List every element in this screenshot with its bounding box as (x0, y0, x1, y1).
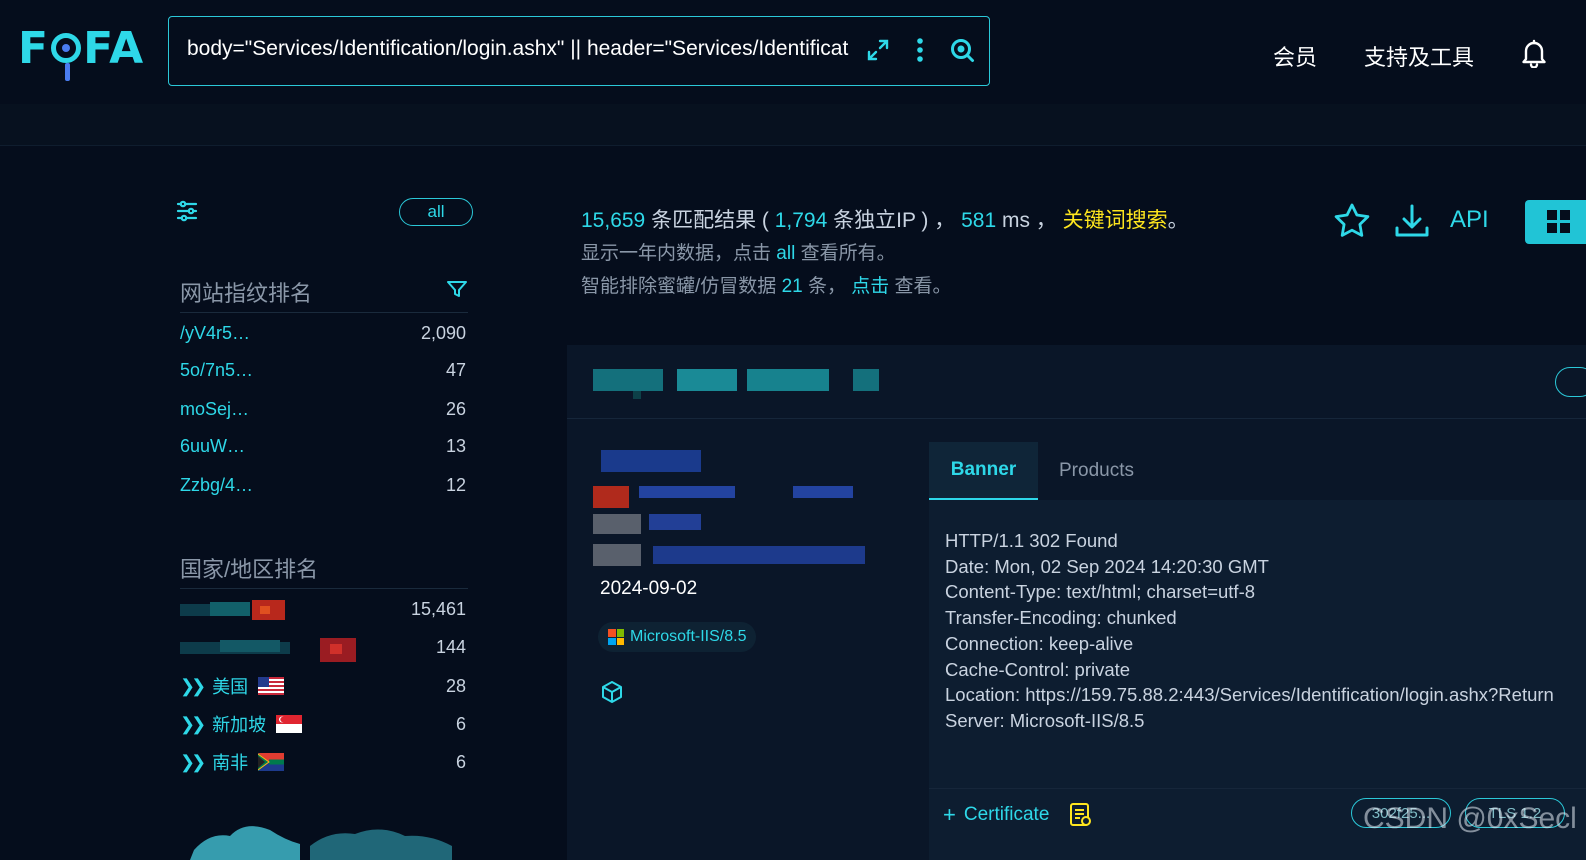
cube-icon[interactable] (600, 680, 624, 709)
result-card-header (567, 345, 1586, 419)
sub-header-bar (0, 104, 1586, 146)
divider (180, 588, 468, 589)
result-date: 2024-09-02 (600, 578, 698, 599)
world-map-image (190, 826, 452, 860)
summary-text: 。 (1167, 209, 1189, 232)
fingerprint-row[interactable]: moSej… 26 (180, 396, 466, 422)
country-count: 15,461 (410, 598, 466, 619)
summary-text: 条匹配结果 ( (645, 209, 775, 232)
grid-icon (1547, 210, 1570, 233)
search-icon[interactable] (949, 37, 975, 63)
detail-tabs: Banner Products (929, 442, 1586, 500)
redacted-ip-info (593, 448, 893, 570)
country-ranking-title: 国家/地区排名 (180, 557, 319, 582)
fingerprint-label[interactable]: 6uuW… (180, 436, 245, 457)
note-text: 查看。 (889, 276, 952, 297)
country-row[interactable]: ❯❯ 美国 28 (180, 673, 466, 699)
funnel-icon[interactable] (447, 280, 467, 303)
divider (180, 312, 468, 313)
fingerprint-label[interactable]: /yV4r5… (180, 323, 250, 344)
filter-settings-icon[interactable] (176, 200, 198, 227)
nav-support-tools[interactable]: 支持及工具 (1364, 40, 1474, 72)
csdn-watermark: CSDN @0xSecl (1363, 802, 1577, 835)
certificate-toggle[interactable]: + Certificate (943, 802, 1093, 828)
nav-membership[interactable]: 会员 (1273, 40, 1317, 72)
country-label[interactable]: 南非 (212, 749, 248, 775)
download-icon[interactable] (1393, 202, 1431, 245)
fofa-logo[interactable]: F FA (18, 22, 144, 81)
fingerprint-count: 26 (445, 398, 466, 419)
top-navbar: F FA body="Services/Identification/login.… (0, 0, 1586, 104)
tab-products[interactable]: Products (1059, 442, 1134, 500)
fingerprint-row[interactable]: 6uuW… 13 (180, 433, 466, 459)
redacted-host[interactable] (593, 367, 879, 399)
chevron-double-right-icon: ❯❯ (180, 675, 206, 696)
country-row[interactable]: 15,461 (180, 596, 466, 622)
expand-icon[interactable] (865, 37, 891, 63)
grid-view-button[interactable] (1525, 200, 1586, 244)
singapore-flag-icon (276, 715, 303, 733)
south-africa-flag-icon (258, 753, 285, 771)
fingerprint-row[interactable]: Zzbg/4… 12 (180, 472, 466, 498)
certificate-label: Certificate (963, 804, 1050, 825)
note-text: 条， (802, 276, 852, 297)
certificate-icon[interactable] (1069, 802, 1093, 828)
bell-icon[interactable] (1520, 38, 1548, 73)
result-summary: 15,659 条匹配结果 ( 1,794 条独立IP ) ， 581 ms ， … (581, 204, 1189, 234)
one-year-note: 显示一年内数据，点击 all 查看所有。 (581, 238, 896, 265)
country-row[interactable]: 144 (180, 634, 466, 660)
fingerprint-count: 13 (445, 435, 466, 456)
fingerprint-row[interactable]: 5o/7n5… 47 (180, 357, 466, 383)
server-tag[interactable]: Microsoft-IIS/8.5 (598, 622, 757, 652)
search-box[interactable]: body="Services/Identification/login.ashx… (168, 16, 990, 86)
banner-content: HTTP/1.1 302 Found Date: Mon, 02 Sep 202… (945, 530, 1554, 731)
fingerprint-count: 2,090 (420, 322, 466, 343)
view-honeypot-link[interactable]: 点击 (851, 276, 889, 297)
star-icon[interactable] (1333, 202, 1371, 245)
country-count: 6 (455, 751, 466, 772)
fingerprint-label[interactable]: 5o/7n5… (180, 360, 253, 381)
fingerprint-label[interactable]: moSej… (180, 399, 249, 420)
unique-ip-count: 1,794 (774, 209, 828, 232)
honeypot-note: 智能排除蜜罐/仿冒数据 21 条， 点击 查看。 (581, 271, 952, 298)
fingerprint-count: 47 (445, 359, 466, 380)
total-results: 15,659 (581, 209, 646, 232)
country-row[interactable]: ❯❯ 新加坡 6 (180, 711, 466, 737)
divider (929, 788, 1586, 789)
chevron-double-right-icon: ❯❯ (180, 751, 206, 772)
microsoft-logo-icon (608, 629, 624, 645)
note-text: 智能排除蜜罐/仿冒数据 (581, 276, 782, 297)
fingerprint-row[interactable]: /yV4r5… 2,090 (180, 320, 466, 346)
summary-text: ms ， (996, 209, 1063, 232)
us-flag-icon (258, 677, 285, 695)
honeypot-count: 21 (781, 276, 803, 297)
fingerprint-label[interactable]: Zzbg/4… (180, 475, 253, 496)
note-text: 查看所有。 (795, 243, 896, 264)
plus-icon: + (943, 802, 956, 827)
host-action-pill[interactable] (1555, 367, 1586, 397)
query-time: 581 (961, 209, 997, 232)
show-all-link[interactable]: all (776, 243, 795, 264)
country-count: 144 (435, 636, 466, 657)
country-count: 6 (455, 713, 466, 734)
country-count: 28 (445, 675, 466, 696)
summary-text: 条独立IP ) ， (827, 209, 962, 232)
api-button[interactable]: API (1450, 206, 1489, 234)
search-input[interactable]: body="Services/Identification/login.ashx… (187, 37, 877, 67)
note-text: 显示一年内数据，点击 (581, 243, 777, 264)
logo-magnifier-icon (51, 33, 82, 81)
country-label[interactable]: 新加坡 (212, 711, 266, 737)
banner-panel: Banner Products HTTP/1.1 302 Found Date:… (929, 442, 1586, 860)
country-row[interactable]: ❯❯ 南非 6 (180, 749, 466, 775)
keyword-search-link[interactable]: 关键词搜索 (1063, 209, 1168, 232)
fingerprint-ranking-title: 网站指纹排名 (180, 281, 313, 306)
chevron-double-right-icon: ❯❯ (180, 713, 206, 734)
all-filter-button[interactable]: all (399, 198, 473, 226)
server-name: Microsoft-IIS/8.5 (630, 628, 747, 645)
fingerprint-count: 12 (445, 474, 466, 495)
tab-banner[interactable]: Banner (929, 442, 1038, 500)
more-vertical-icon[interactable] (907, 37, 933, 63)
country-label[interactable]: 美国 (212, 673, 248, 699)
